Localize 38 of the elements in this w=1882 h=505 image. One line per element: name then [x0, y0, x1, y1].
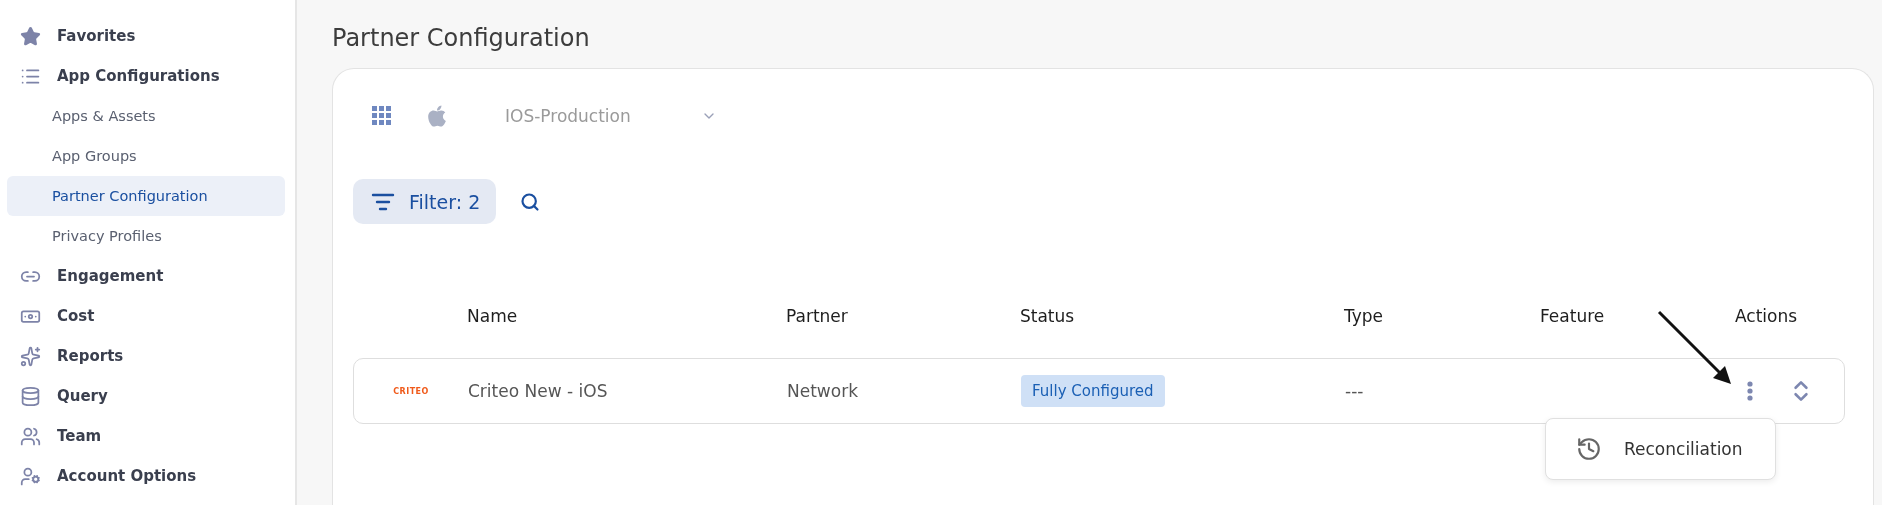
page-title: Partner Configuration	[332, 24, 591, 52]
partner-logo: CRITEO	[393, 386, 429, 396]
column-header: Type	[1344, 306, 1385, 326]
grid-icon[interactable]	[372, 105, 392, 126]
search-button[interactable]	[520, 191, 541, 212]
filter-button[interactable]: Filter: 2	[353, 179, 497, 224]
sidebar-item[interactable]: Engagement	[7, 256, 285, 296]
star-icon	[20, 25, 41, 47]
sidebar-item[interactable]: App Configurations	[7, 56, 285, 96]
kebab-icon	[1747, 381, 1753, 401]
sidebar-item[interactable]: Reports	[7, 336, 285, 376]
users-icon	[20, 425, 41, 447]
column-header: Status	[1020, 306, 1076, 326]
search-icon	[520, 191, 541, 212]
sidebar-item[interactable]: Apps & Assets	[7, 96, 285, 136]
column-header: Actions	[1735, 306, 1799, 326]
sidebar-item[interactable]: Favorites	[7, 16, 285, 56]
history-icon	[1576, 436, 1602, 462]
sidebar-item[interactable]: Team	[7, 416, 285, 456]
more-button[interactable]	[1747, 381, 1753, 401]
column-header: Feature	[1540, 306, 1606, 326]
status-badge: Fully Configured	[1021, 375, 1165, 407]
table-cell-text: ---	[1345, 381, 1365, 401]
table-cell-text: Criteo New - iOS	[468, 381, 609, 401]
sidebar-item[interactable]: Cost	[7, 296, 285, 336]
column-header: Name	[467, 306, 519, 326]
sidebar-item[interactable]: App Groups	[7, 136, 285, 176]
sidebar-item[interactable]: Query	[7, 376, 285, 416]
sidebar-item[interactable]: Account Options	[7, 456, 285, 496]
database-icon	[20, 385, 41, 407]
apple-icon	[425, 103, 449, 128]
sidebar-item[interactable]: Partner Configuration	[7, 176, 285, 216]
user-gear-icon	[20, 465, 41, 487]
menu-item[interactable]: Reconciliation	[1546, 419, 1775, 479]
sparkle-chart-icon	[20, 345, 41, 367]
column-header: Partner	[786, 306, 849, 326]
table-cell-text: Network	[787, 381, 859, 401]
sidebar-item[interactable]: Privacy Profiles	[7, 216, 285, 256]
